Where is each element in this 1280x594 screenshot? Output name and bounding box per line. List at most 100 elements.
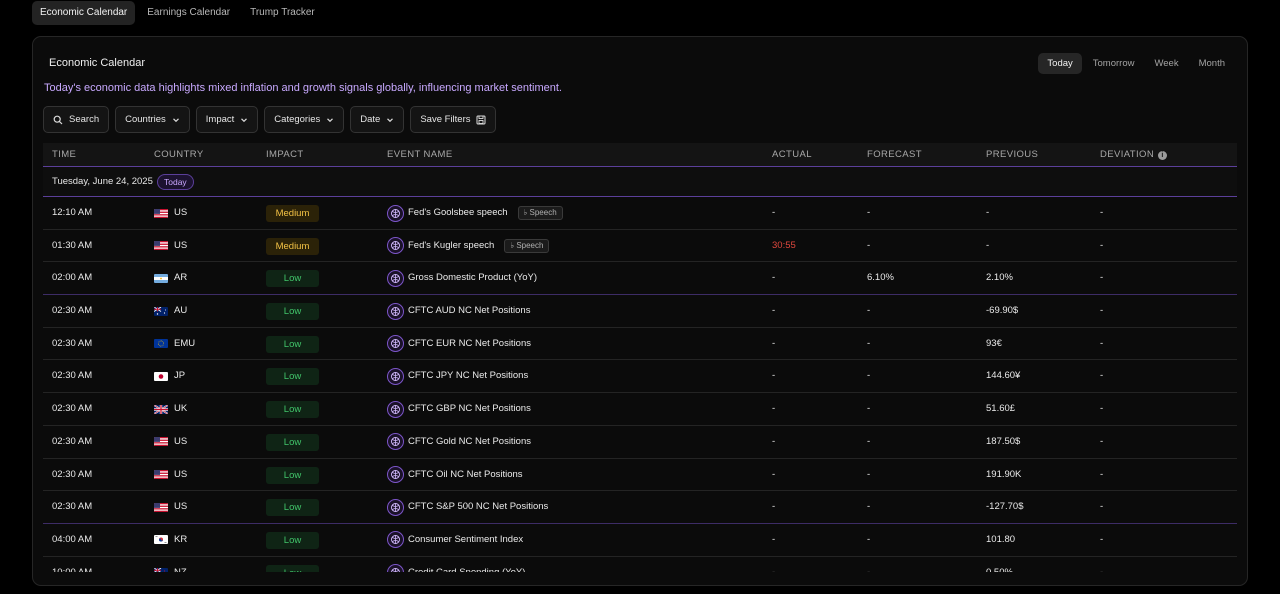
event-name[interactable]: Credit Card Spending (YoY) [408,557,525,572]
impact-badge: Low [266,499,319,517]
table-row[interactable]: 02:30 AM UK Low CFTC GBP NC Net Positions - -… [43,393,1237,426]
impact-dropdown[interactable]: Impact [195,106,259,133]
row-country: AR [154,262,187,294]
table-row[interactable]: 02:30 AM EMU Low CFTC EUR NC Net Positions -… [43,328,1237,361]
row-actual: - [772,557,775,572]
event-name[interactable]: CFTC JPY NC Net Positions [408,360,528,392]
event-name[interactable]: CFTC EUR NC Net Positions [408,328,531,360]
event-name[interactable]: CFTC Oil NC Net Positions [408,459,523,491]
header-time[interactable]: TIME [52,143,76,167]
range-tab-today[interactable]: Today [1038,53,1082,74]
row-deviation: - [1100,305,1104,317]
event-name[interactable]: CFTC Gold NC Net Positions [408,426,531,458]
row-actual: - [772,370,776,382]
table-row[interactable]: 12:10 AM US Medium Fed's Goolsbee speech ♭ S… [43,197,1237,230]
row-country: US [154,426,187,458]
table-row[interactable]: 02:30 AM US Low CFTC Gold NC Net Positions -… [43,426,1237,459]
flag-ar-icon [154,273,168,283]
impact-badge: Low [266,466,319,484]
header-impact[interactable]: IMPACT [266,143,304,167]
row-deviation: - [1100,370,1104,382]
row-previous: 51.60£ [986,403,1016,415]
event-category-icon [387,466,404,483]
event-name[interactable]: CFTC AUD NC Net Positions [408,295,530,327]
row-country: JP [154,360,185,392]
categories-label: Categories [274,114,321,125]
row-previous: 0.50% [986,557,1013,572]
table-header: TIME COUNTRY IMPACT EVENT NAME ACTUAL FO… [43,143,1237,167]
event-category-icon [387,531,404,549]
row-forecast: - [867,533,871,545]
event-name[interactable]: Fed's Kugler speech [408,230,494,262]
row-event: CFTC AUD NC Net Positions [387,295,530,327]
chevron-down-icon [172,117,179,122]
event-category-icon [387,302,404,320]
search-button[interactable]: Search [43,106,110,133]
economic-calendar-card: Economic Calendar Today Tomorrow Week Mo… [32,36,1248,586]
row-time: 12:10 AM [52,207,93,218]
event-name[interactable]: CFTC GBP NC Net Positions [408,393,531,425]
tab-economic-calendar[interactable]: Economic Calendar [32,1,136,25]
table-row[interactable]: 01:30 AM US Medium Fed's Kugler speech ♭ Spe… [43,230,1237,263]
row-previous: - [986,239,990,251]
flag-uk-icon [154,404,168,414]
row-time: 02:30 AM [52,370,93,382]
tab-trump-tracker[interactable]: Trump Tracker [242,1,323,25]
row-forecast: - [867,370,871,382]
table-row[interactable]: 02:30 AM AU Low CFTC AUD NC Net Positions - -… [43,295,1237,328]
range-tab-month[interactable]: Month [1190,53,1234,74]
row-actual: - [772,305,776,317]
categories-dropdown[interactable]: Categories [264,106,345,133]
row-country: EMU [154,328,195,360]
table-row[interactable]: 02:00 AM AR Low Gross Domestic Product (YoY… [43,262,1237,296]
row-previous: 187.50$ [986,435,1021,447]
table-row[interactable]: 02:30 AM US Low CFTC S&P 500 NC Net Positio… [43,491,1237,524]
range-tab-week[interactable]: Week [1145,53,1187,74]
row-deviation: - [1100,239,1104,251]
country-code: AU [174,305,188,317]
row-event: CFTC S&P 500 NC Net Positions [387,491,548,523]
row-actual: - [772,337,776,349]
tab-earnings-calendar[interactable]: Earnings Calendar [139,1,238,25]
header-event-name[interactable]: EVENT NAME [387,143,453,167]
flag-nz-icon [154,568,168,572]
row-actual: - [772,207,776,218]
header-forecast[interactable]: FORECAST [867,143,922,167]
impact-badge: Medium [266,205,319,222]
country-code: US [174,501,188,513]
range-tab-tomorrow[interactable]: Tomorrow [1084,53,1144,74]
countries-dropdown[interactable]: Countries [115,106,190,133]
table-row[interactable]: 04:00 AM KR Low Consumer Sentiment Index - - 1… [43,524,1237,557]
row-forecast: - [867,337,871,349]
row-time: 02:00 AM [52,272,93,284]
table-row[interactable]: 02:30 AM US Low CFTC Oil NC Net Positions - -… [43,459,1237,492]
event-name[interactable]: Fed's Goolsbee speech [408,197,508,229]
save-filters-button[interactable]: Save Filters [410,106,497,133]
date-label: Date [360,114,381,125]
header-country[interactable]: COUNTRY [154,143,204,167]
impact-badge: Low [266,433,319,451]
date-dropdown[interactable]: Date [350,106,405,133]
header-previous[interactable]: PREVIOUS [986,143,1038,167]
header-deviation[interactable]: DEVIATION i [1100,143,1168,167]
table-row[interactable]: 10:00 AM NZ Low Credit Card Spending (YoY) -… [43,557,1237,572]
info-icon[interactable]: i [1158,151,1168,160]
card-title: Economic Calendar [49,57,145,69]
row-event: CFTC GBP NC Net Positions [387,393,531,425]
row-event: Credit Card Spending (YoY) [387,557,525,572]
row-event: CFTC Oil NC Net Positions [387,459,523,491]
filter-bar: Search Countries Impact Categories Date … [43,106,497,133]
row-time: 02:30 AM [52,403,93,415]
search-icon [53,115,63,124]
event-name[interactable]: CFTC S&P 500 NC Net Positions [408,491,548,523]
event-category-icon [387,400,404,418]
event-name[interactable]: Gross Domestic Product (YoY) [408,262,537,294]
chevron-down-icon [241,117,248,122]
header-actual[interactable]: ACTUAL [772,143,812,167]
event-name[interactable]: Consumer Sentiment Index [408,524,523,556]
row-event: CFTC Gold NC Net Positions [387,426,531,458]
event-category-icon [387,269,404,287]
row-time: 10:00 AM [52,557,92,572]
row-country: NZ [154,557,187,572]
table-row[interactable]: 02:30 AM JP Low CFTC JPY NC Net Positions - -… [43,360,1237,394]
